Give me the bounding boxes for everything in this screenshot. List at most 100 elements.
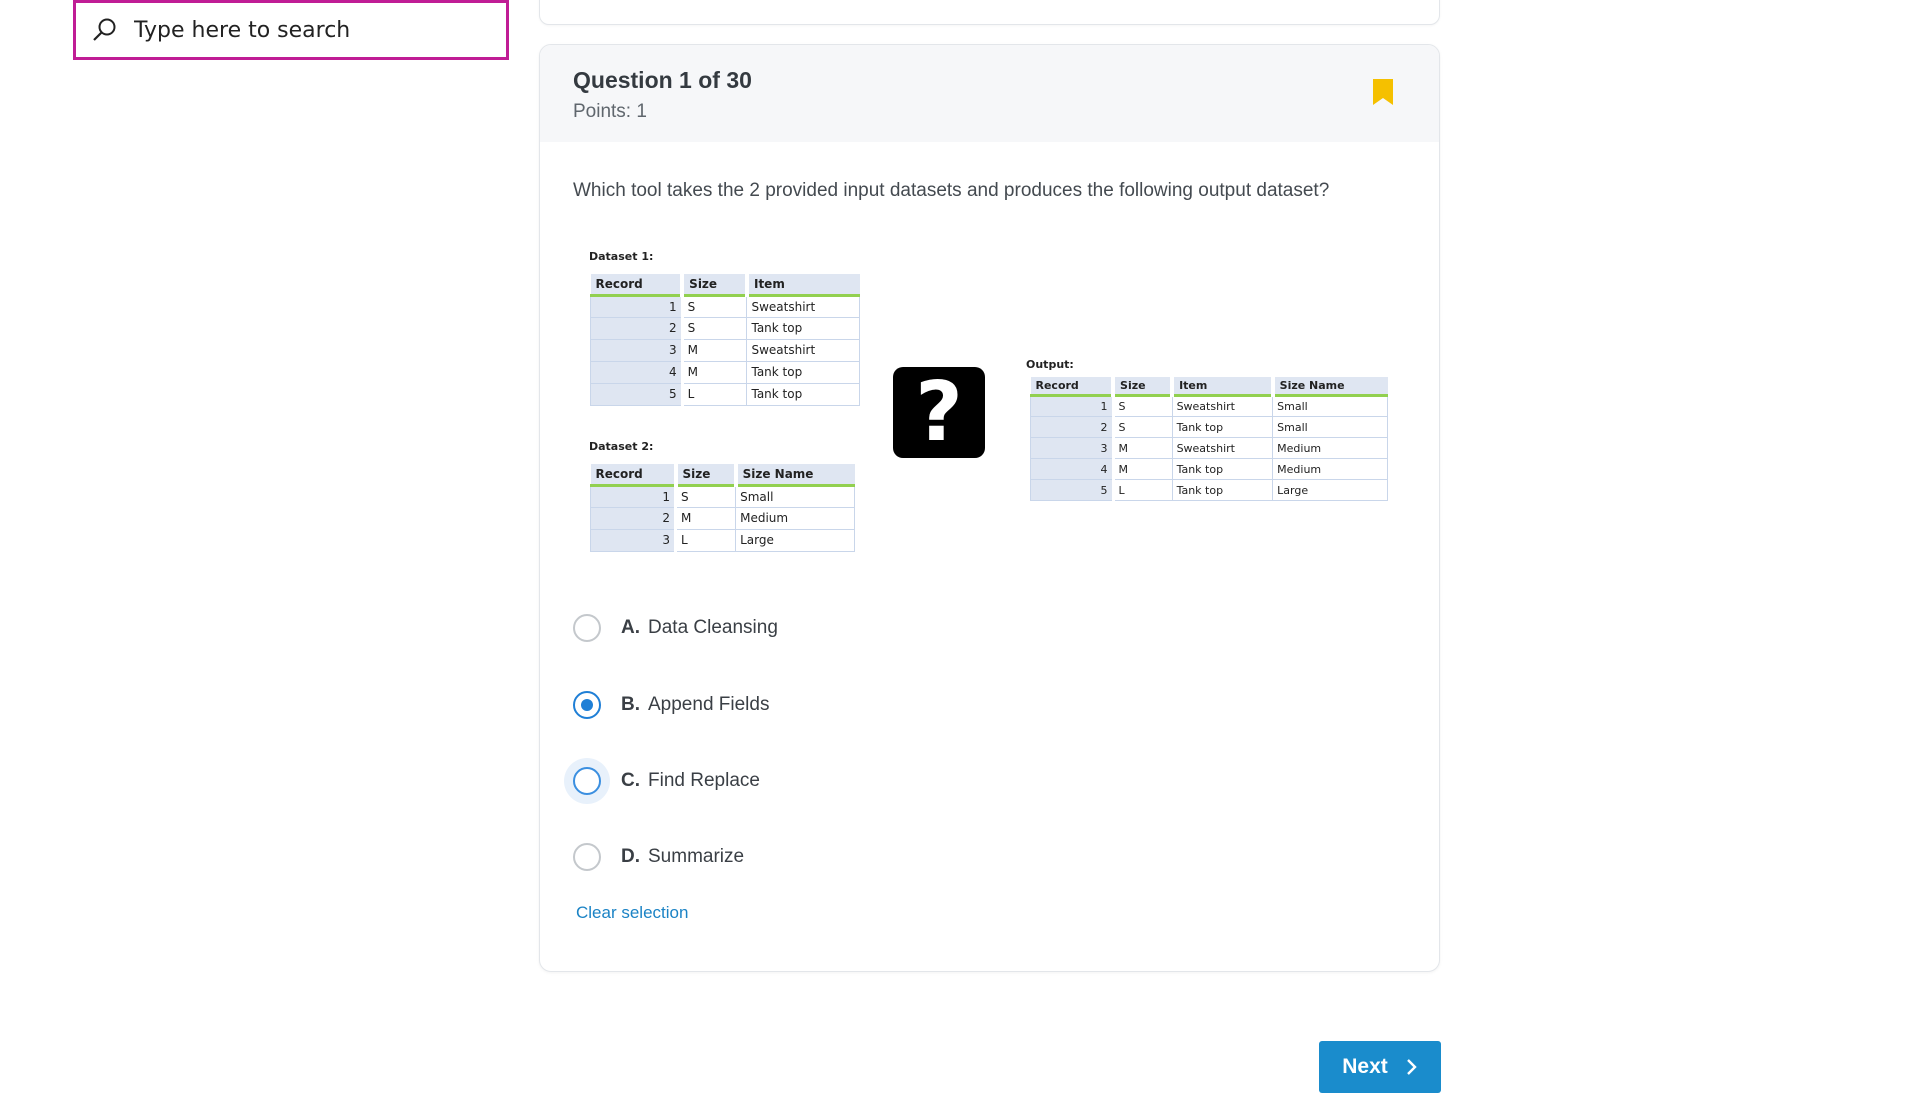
bookmark-icon[interactable]: [1371, 78, 1395, 106]
table-cell: 1: [589, 484, 678, 508]
table-header-cell: Record: [590, 274, 683, 297]
clear-selection-link[interactable]: Clear selection: [576, 903, 688, 923]
question-mark-icon: ?: [893, 367, 985, 458]
table-header-cell: Item: [1170, 377, 1273, 397]
option-text: Append Fields: [648, 694, 770, 715]
search-box[interactable]: [73, 0, 509, 60]
table-cell: Tank top: [746, 360, 860, 384]
option-a-radio[interactable]: [573, 614, 601, 642]
table-cell: 3: [1030, 437, 1115, 459]
option-c[interactable]: C. Find Replace: [573, 761, 760, 801]
question-points: Points: 1: [573, 101, 647, 122]
table-row: 3 L Large: [589, 528, 855, 552]
table-cell: Tank top: [746, 382, 860, 406]
table-header-cell: Size Name: [1270, 377, 1388, 397]
option-letter: D.: [621, 846, 640, 867]
table-cell: S: [681, 316, 748, 340]
question-text: Which tool takes the 2 provided input da…: [573, 180, 1330, 201]
option-letter: B.: [621, 694, 640, 715]
table-cell: L: [1112, 479, 1173, 501]
table-cell: Large: [735, 528, 855, 552]
output-label: Output:: [1026, 358, 1074, 371]
table-cell: 2: [1030, 416, 1115, 438]
table-cell: Medium: [1272, 458, 1388, 480]
table-row: 5 L Tank top: [590, 382, 860, 406]
table-cell: 3: [589, 528, 678, 552]
table-cell: 4: [590, 360, 684, 384]
option-text: Data Cleansing: [648, 617, 778, 638]
table-cell: M: [1112, 458, 1173, 480]
table-cell: L: [675, 528, 737, 552]
table-row: 4 M Tank top: [590, 360, 860, 384]
dataset2-table: Record Size Size Name 1 S Small 2 M Medium 3 L Larg…: [589, 464, 855, 552]
option-letter: A.: [621, 617, 640, 638]
next-button[interactable]: Next: [1319, 1041, 1441, 1093]
option-c-radio[interactable]: [573, 767, 601, 795]
table-header-cell: Size: [1111, 377, 1173, 397]
table-row: 2 S Tank top: [590, 316, 860, 340]
table-cell: 2: [590, 316, 684, 340]
option-a[interactable]: A. Data Cleansing: [573, 608, 778, 648]
table-header-cell: Size: [680, 274, 747, 297]
table-header-cell: Record: [1030, 377, 1114, 397]
table-row: 1 S Sweatshirt Small: [1030, 395, 1388, 417]
option-b-radio[interactable]: [573, 691, 601, 719]
table-cell: S: [1112, 416, 1173, 438]
option-b[interactable]: B. Append Fields: [573, 685, 769, 725]
table-cell: L: [681, 382, 748, 406]
table-header-cell: Record: [590, 464, 676, 487]
table-cell: Tank top: [746, 316, 860, 340]
dataset1-table: Record Size Item 1 S Sweatshirt 2 S Tank top 3 M Sw…: [590, 274, 860, 406]
table-row: 1 S Small: [589, 484, 855, 508]
table-cell: S: [1112, 395, 1173, 417]
table-cell: S: [681, 294, 748, 318]
table-cell: Tank top: [1171, 416, 1274, 438]
option-text: Summarize: [648, 846, 745, 867]
table-cell: M: [1112, 437, 1173, 459]
chevron-right-icon: [1406, 1059, 1417, 1075]
option-d[interactable]: D. Summarize: [573, 837, 744, 877]
table-cell: M: [681, 338, 748, 362]
table-cell: Sweatshirt: [746, 338, 860, 362]
table-cell: Sweatshirt: [746, 294, 860, 318]
question-card: Question 1 of 30 Points: 1 Which tool ta…: [539, 44, 1440, 972]
search-icon: [93, 18, 116, 41]
table-cell: Tank top: [1171, 479, 1274, 501]
table-cell: Tank top: [1171, 458, 1274, 480]
next-button-label: Next: [1342, 1055, 1388, 1078]
output-table: Record Size Item Size Name 1 S Sweatshirt Small…: [1030, 377, 1388, 501]
table-cell: Small: [1272, 416, 1388, 438]
table-cell: 1: [590, 294, 684, 318]
option-text: Find Replace: [648, 770, 760, 791]
table-cell: 5: [590, 382, 684, 406]
table-cell: 4: [1030, 458, 1115, 480]
table-cell: 2: [589, 506, 678, 530]
dataset2-label: Dataset 2:: [589, 440, 654, 453]
table-row: 3 M Sweatshirt Medium: [1030, 437, 1388, 459]
table-row: 4 M Tank top Medium: [1030, 458, 1388, 480]
search-input[interactable]: [134, 17, 474, 43]
table-cell: Sweatshirt: [1171, 437, 1274, 459]
question-header: Question 1 of 30 Points: 1: [540, 45, 1439, 142]
dataset1-label: Dataset 1:: [589, 250, 654, 263]
table-cell: Medium: [1272, 437, 1388, 459]
option-d-radio[interactable]: [573, 843, 601, 871]
table-row: 2 M Medium: [589, 506, 855, 530]
table-cell: Small: [1272, 395, 1388, 417]
table-row: 2 S Tank top Small: [1030, 416, 1388, 438]
table-row: 3 M Sweatshirt: [590, 338, 860, 362]
table-cell: 1: [1030, 395, 1115, 417]
table-cell: Medium: [735, 506, 855, 530]
table-header-cell: Size: [673, 464, 736, 487]
table-header-cell: Item: [744, 274, 860, 297]
table-cell: Sweatshirt: [1171, 395, 1274, 417]
table-row: 1 S Sweatshirt: [590, 294, 860, 318]
table-cell: 5: [1030, 479, 1115, 501]
table-cell: Large: [1272, 479, 1388, 501]
previous-question-card: [539, 0, 1440, 25]
table-header-cell: Size Name: [733, 464, 855, 487]
table-cell: M: [675, 506, 737, 530]
table-cell: Small: [735, 484, 855, 508]
option-letter: C.: [621, 770, 640, 791]
table-cell: M: [681, 360, 748, 384]
